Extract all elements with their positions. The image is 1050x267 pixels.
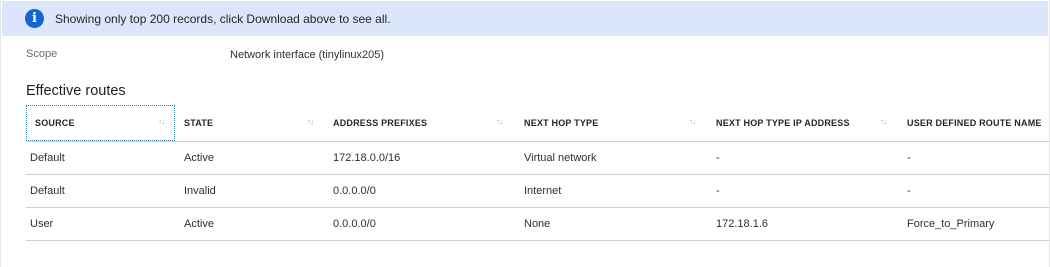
sort-icon[interactable]: ↑↓ (158, 117, 165, 126)
column-header-source[interactable]: SOURCE (26, 105, 175, 141)
info-banner: i Showing only top 200 records, click Do… (2, 1, 1048, 36)
scope-value: Network interface (tinylinux205) (230, 49, 385, 61)
table-header: SOURCE ↑↓ STATE ↑↓ ADDRESS PREFIXES ↑↓ N… (26, 105, 1050, 142)
column-header-label: NEXT HOP TYPE (524, 118, 599, 128)
table-row[interactable]: Default Active 172.18.0.0/16 Virtual net… (26, 142, 1050, 175)
cell-state: Active (184, 152, 214, 164)
cell-address-prefix: 172.18.0.0/16 (333, 152, 401, 164)
cell-next-hop-ip: - (716, 152, 720, 164)
cell-address-prefix: 0.0.0.0/0 (333, 218, 376, 230)
cell-route-name: - (907, 185, 911, 197)
sort-icon[interactable]: ↑↓ (880, 117, 887, 126)
cell-next-hop-type: Virtual network (524, 152, 597, 164)
cell-next-hop-ip: - (716, 185, 720, 197)
sort-icon[interactable]: ↑↓ (689, 117, 696, 126)
column-header-label: SOURCE (35, 118, 75, 128)
column-header-next-hop-type[interactable]: NEXT HOP TYPE (524, 105, 598, 141)
column-header-address-prefixes[interactable]: ADDRESS PREFIXES (333, 105, 427, 141)
column-header-label: STATE (184, 118, 214, 128)
column-header-label: USER DEFINED ROUTE NAME (907, 118, 1042, 128)
cell-next-hop-type: Internet (524, 185, 562, 197)
cell-source: Default (30, 152, 65, 164)
column-header-label: ADDRESS PREFIXES (333, 118, 428, 128)
cell-next-hop-type: None (524, 218, 551, 230)
cell-route-name: - (907, 152, 911, 164)
sort-icon[interactable]: ↑↓ (307, 117, 314, 126)
column-header-state[interactable]: STATE (184, 105, 213, 141)
sort-icon[interactable]: ↑↓ (496, 117, 503, 126)
cell-route-name: Force_to_Primary (907, 218, 995, 230)
column-header-user-defined-route-name[interactable]: USER DEFINED ROUTE NAME (907, 105, 1042, 141)
effective-routes-page: i Showing only top 200 records, click Do… (0, 0, 1050, 267)
cell-address-prefix: 0.0.0.0/0 (333, 185, 376, 197)
banner-message: Showing only top 200 records, click Down… (55, 12, 391, 26)
cell-state: Active (184, 218, 214, 230)
cell-next-hop-ip: 172.18.1.6 (716, 218, 768, 230)
info-icon: i (25, 9, 44, 28)
effective-routes-table: SOURCE ↑↓ STATE ↑↓ ADDRESS PREFIXES ↑↓ N… (26, 105, 1050, 241)
cell-source: Default (30, 185, 65, 197)
cell-state: Invalid (184, 185, 216, 197)
column-header-label: NEXT HOP TYPE IP ADDRESS (716, 118, 850, 128)
cell-source: User (30, 218, 54, 230)
section-title: Effective routes (26, 83, 126, 99)
scope-label: Scope (26, 48, 58, 60)
table-row[interactable]: User Active 0.0.0.0/0 None 172.18.1.6 Fo… (26, 208, 1050, 241)
column-header-next-hop-ip[interactable]: NEXT HOP TYPE IP ADDRESS (716, 105, 850, 141)
table-row[interactable]: Default Invalid 0.0.0.0/0 Internet - - (26, 175, 1050, 208)
